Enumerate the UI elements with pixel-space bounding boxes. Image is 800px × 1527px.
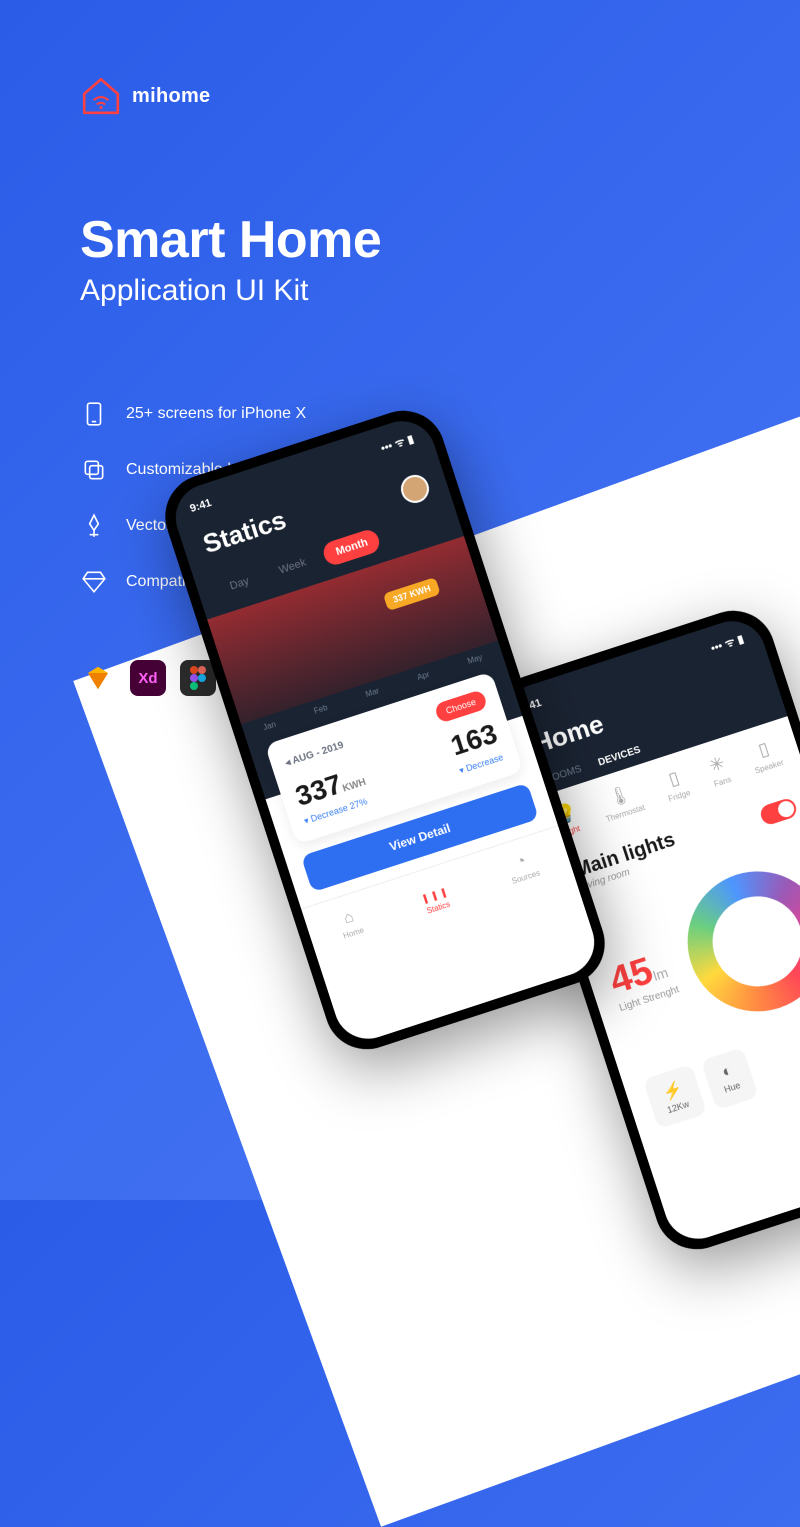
logo-text: mihome (132, 85, 210, 108)
hero-subtitle: Application UI Kit (80, 274, 381, 308)
house-wifi-icon (80, 75, 122, 117)
sketch-icon (80, 660, 116, 696)
hero-title: Smart Home (80, 210, 381, 270)
tool-icons: Xd (80, 660, 216, 696)
feature-item: 25+ screens for iPhone X (80, 400, 384, 428)
hue-icon: ◐ (717, 1061, 738, 1083)
status-icons: ••• ᯤ ▮ (379, 431, 416, 456)
status-time: 9:41 (188, 497, 214, 518)
dot-pattern (610, 380, 720, 490)
stat-kwh: 337KWH ▾ Decrease 27% (292, 761, 374, 828)
color-wheel[interactable] (670, 853, 800, 1029)
fan-icon: ✳ (705, 752, 728, 777)
status-icons: ••• ᯤ ▮ (709, 631, 746, 656)
device-fridge[interactable]: ▯Fridge (660, 765, 692, 803)
fridge-icon: ▯ (660, 765, 688, 792)
stat-secondary: 163 ▾ Decrease (447, 718, 506, 777)
light-toggle[interactable] (758, 797, 798, 827)
hero: Smart Home Application UI Kit (80, 210, 381, 308)
choose-button[interactable]: Choose (434, 689, 489, 724)
tab-week[interactable]: Week (264, 547, 321, 586)
device-speaker[interactable]: ▯Speaker (746, 735, 785, 776)
logo: mihome (80, 75, 210, 117)
xd-icon: Xd (130, 660, 166, 696)
diamond-icon (80, 568, 108, 596)
phone-icon (80, 400, 108, 428)
tab-day[interactable]: Day (215, 566, 264, 602)
device-thermostat[interactable]: 🌡Thermostat (597, 780, 646, 824)
chip-power[interactable]: ⚡12Kw (643, 1064, 707, 1129)
nav-statics[interactable]: ╻╻╻Statics (417, 878, 454, 916)
tab-month[interactable]: Month (321, 527, 383, 567)
feature-text: 25+ screens for iPhone X (126, 405, 306, 423)
chip-hue[interactable]: ◐Hue (700, 1047, 758, 1110)
card-date: ◂ AUG - 2019 (284, 739, 345, 768)
chart-tooltip: 337 KWH (383, 577, 441, 611)
device-fans[interactable]: ✳Fans (705, 752, 732, 789)
nav-home[interactable]: ⌂Home (336, 907, 366, 943)
nav-sources[interactable]: ◔Sources (504, 849, 542, 888)
pen-icon (80, 512, 108, 540)
layers-icon (80, 456, 108, 484)
